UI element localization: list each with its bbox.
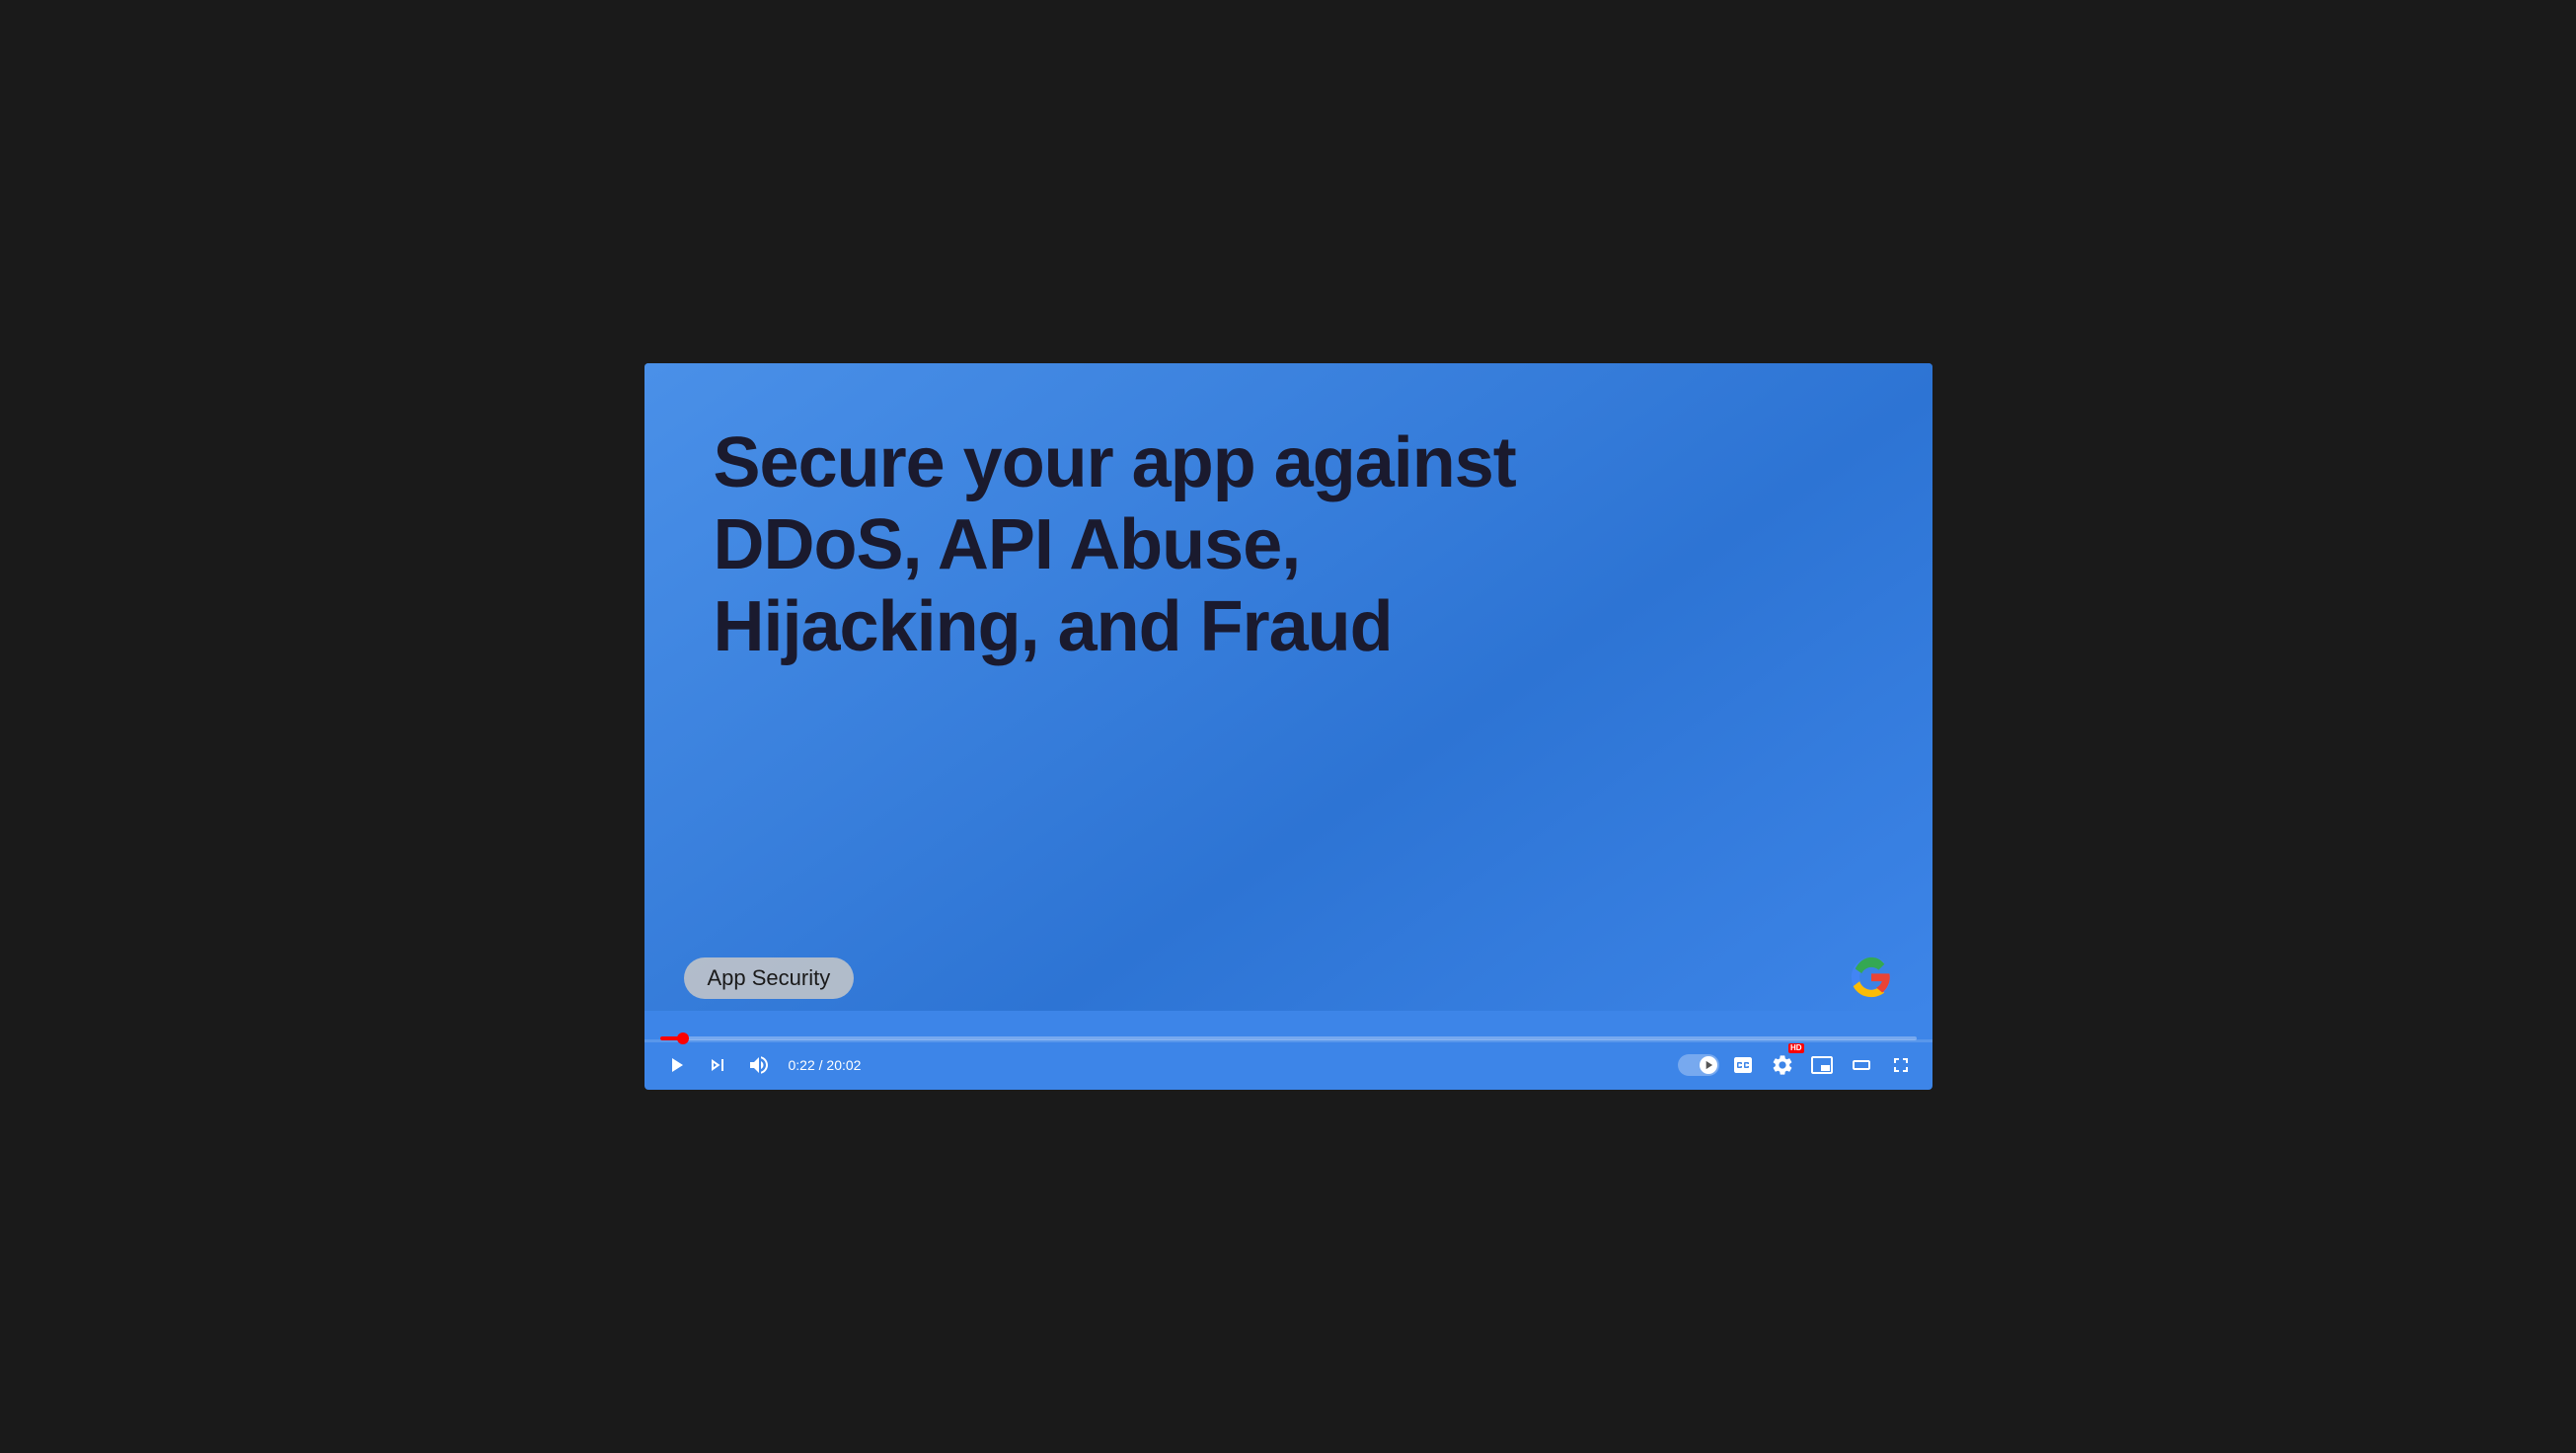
next-icon	[706, 1053, 729, 1077]
settings-button[interactable]	[1767, 1049, 1798, 1081]
settings-wrapper: HD	[1767, 1049, 1798, 1081]
autoplay-toggle[interactable]	[1678, 1054, 1719, 1076]
mute-button[interactable]	[743, 1049, 775, 1081]
miniplayer-icon	[1810, 1053, 1834, 1077]
captions-icon	[1731, 1053, 1755, 1077]
video-title: Secure your app against DDoS, API Abuse,…	[714, 422, 1519, 667]
play-icon	[664, 1053, 688, 1077]
volume-icon	[747, 1053, 771, 1077]
chapter-label: App Security	[684, 957, 855, 999]
video-player[interactable]: Secure your app against DDoS, API Abuse,…	[644, 363, 1932, 1090]
play-button[interactable]	[660, 1049, 692, 1081]
video-content: Secure your app against DDoS, API Abuse,…	[644, 363, 1932, 1011]
controls-bar: 0:22 / 20:02	[644, 1040, 1932, 1090]
fullscreen-icon	[1889, 1053, 1913, 1077]
toggle-track	[1678, 1054, 1719, 1076]
toggle-knob	[1700, 1056, 1717, 1074]
autoplay-play-symbol	[1702, 1058, 1715, 1072]
miniplayer-button[interactable]	[1806, 1049, 1838, 1081]
next-button[interactable]	[702, 1049, 733, 1081]
hd-badge: HD	[1788, 1043, 1804, 1053]
controls-right: HD	[1678, 1049, 1917, 1081]
fullscreen-button[interactable]	[1885, 1049, 1917, 1081]
captions-button[interactable]	[1727, 1049, 1759, 1081]
google-logo-icon	[1850, 956, 1893, 999]
time-display: 0:22 / 20:02	[789, 1057, 862, 1073]
settings-icon	[1771, 1053, 1794, 1077]
theater-button[interactable]	[1846, 1049, 1877, 1081]
theater-icon	[1850, 1053, 1873, 1077]
